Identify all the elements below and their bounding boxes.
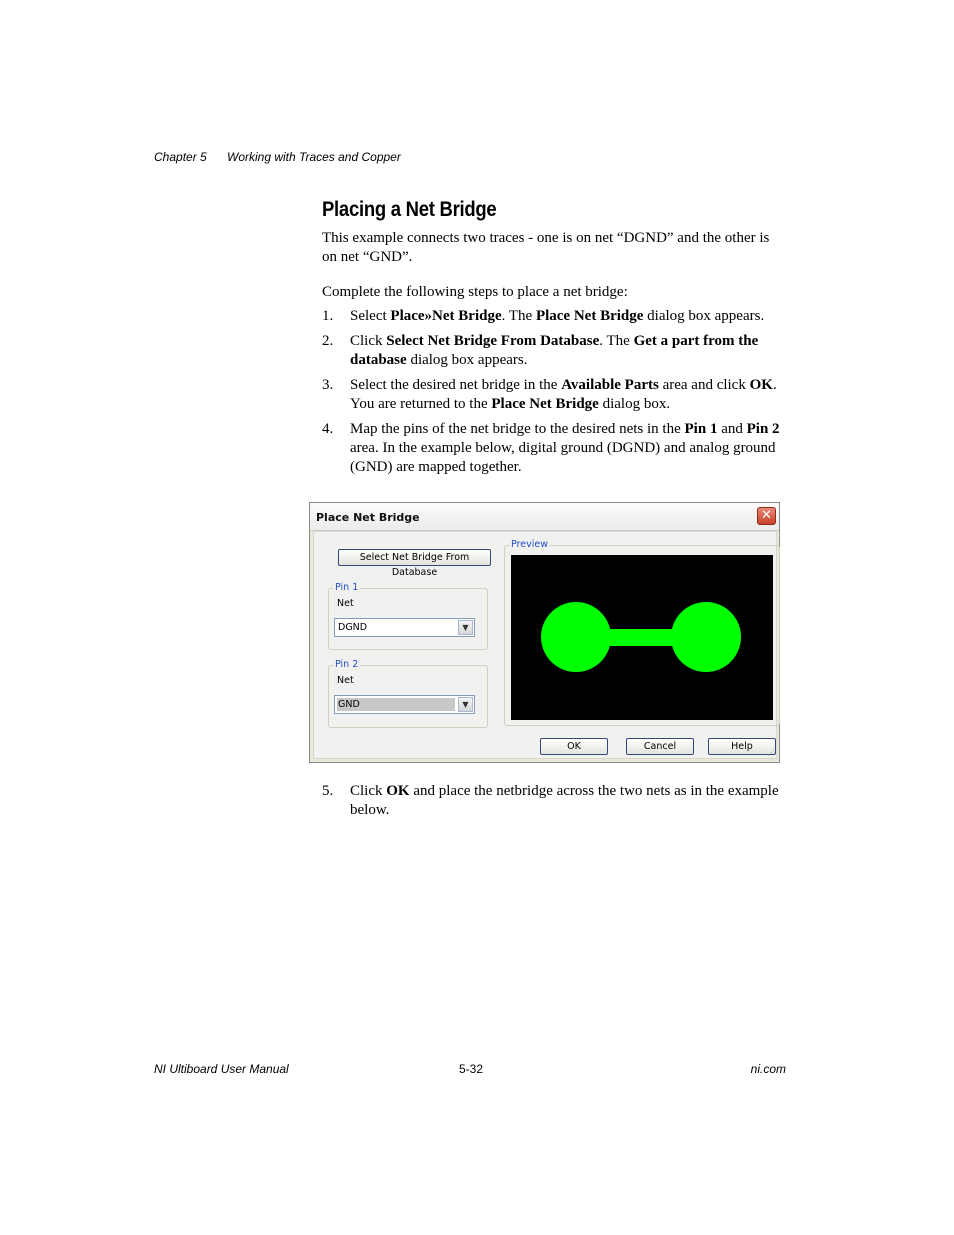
- help-button[interactable]: Help: [708, 738, 776, 755]
- step-text: and: [717, 421, 747, 437]
- footer-page-number: 5-32: [459, 1062, 484, 1076]
- step-number: 4.: [322, 421, 334, 437]
- dialog-titlebar: Place Net Bridge ✕: [310, 503, 779, 531]
- chevron-down-icon[interactable]: ▼: [458, 620, 473, 635]
- step-ui-term: OK: [749, 377, 773, 393]
- step-text: area and click: [658, 377, 750, 393]
- close-icon[interactable]: ✕: [757, 507, 776, 525]
- select-net-bridge-button[interactable]: Select Net Bridge From Database: [338, 549, 491, 578]
- step-text: Map the pins of the net bridge to the de…: [350, 421, 685, 437]
- footer-site: ni.com: [750, 1062, 786, 1076]
- step-item: 1. Select Place»Net Bridge. The Place Net…: [322, 307, 784, 326]
- pin2-net-dropdown[interactable]: GND ▼: [334, 695, 475, 714]
- bridge-pad-1: [541, 602, 611, 672]
- step-text: Click: [350, 783, 387, 799]
- step-text: and place the netbridge across the two n…: [350, 783, 779, 818]
- step-number: 1.: [322, 308, 334, 324]
- preview-group: Preview: [504, 539, 780, 726]
- step-text: . The: [501, 308, 536, 324]
- pin2-net-value: GND: [337, 698, 455, 711]
- header-chapter: Chapter 5: [154, 150, 207, 164]
- place-net-bridge-dialog: Place Net Bridge ✕ Select Net Bridge Fro…: [309, 502, 780, 763]
- step-number: 5.: [322, 783, 334, 799]
- pin1-net-label: Net: [337, 598, 354, 609]
- step-number: 3.: [322, 377, 334, 393]
- step-ui-term: Pin 1: [684, 421, 718, 437]
- step-item: 2. Click Select Net Bridge From Database.…: [322, 332, 784, 370]
- step-text: Select the desired net bridge in the: [350, 377, 562, 393]
- step-item: 4. Map the pins of the net bridge to the …: [322, 420, 784, 477]
- step-ui-term: Place Net Bridge: [535, 308, 644, 324]
- lead-paragraph: Complete the following steps to place a …: [322, 284, 628, 300]
- step-text: . The: [599, 333, 634, 349]
- resize-grip-icon[interactable]: ⋰: [767, 749, 775, 757]
- ok-button[interactable]: OK: [540, 738, 608, 755]
- step-item: 5. Click OK and place the netbridge acros…: [322, 782, 784, 820]
- footer-manual: NI Ultiboard User Manual: [154, 1062, 289, 1076]
- step-number: 2.: [322, 333, 334, 349]
- pin1-net-dropdown[interactable]: DGND ▼: [334, 618, 475, 637]
- bridge-pad-2: [671, 602, 741, 672]
- step-text: dialog box.: [598, 396, 671, 412]
- preview-legend: Preview: [509, 539, 550, 550]
- pin1-legend: Pin 1: [333, 582, 361, 593]
- step-ui-term: Select Net Bridge From Database: [386, 333, 600, 349]
- pin2-group: Pin 2 Net GND ▼: [328, 659, 488, 728]
- step-ui-term: Place Net Bridge: [491, 396, 599, 412]
- chevron-down-icon[interactable]: ▼: [458, 697, 473, 712]
- pin2-legend: Pin 2: [333, 659, 361, 670]
- preview-canvas: [511, 555, 773, 720]
- step-text: Click: [350, 333, 387, 349]
- step-item: 3. Select the desired net bridge in the A…: [322, 376, 784, 414]
- pin1-net-value: DGND: [338, 622, 368, 633]
- dialog-body: Select Net Bridge From Database Pin 1 Ne…: [313, 531, 780, 759]
- step-ui-term: Available Parts: [561, 377, 659, 393]
- step-ui-term: Place»Net Bridge: [390, 308, 502, 324]
- intro-paragraph: This example connects two traces - one i…: [322, 230, 770, 265]
- steps-list-continued: 5. Click OK and place the netbridge acros…: [322, 782, 784, 826]
- step-ui-term: Pin 2: [746, 421, 780, 437]
- section-title: Placing a Net Bridge: [322, 198, 497, 221]
- step-text: area. In the example below, digital grou…: [350, 440, 776, 475]
- step-text: Select: [350, 308, 391, 324]
- pin1-group: Pin 1 Net DGND ▼: [328, 582, 488, 650]
- header-chapter-title: Working with Traces and Copper: [227, 150, 401, 164]
- step-ui-term: OK: [386, 783, 410, 799]
- net-bridge-preview: [541, 602, 741, 672]
- dialog-title: Place Net Bridge: [316, 511, 420, 524]
- step-text: dialog box appears.: [643, 308, 765, 324]
- steps-list: 1. Select Place»Net Bridge. The Place Net…: [322, 307, 784, 483]
- pin2-net-label: Net: [337, 675, 354, 686]
- cancel-button[interactable]: Cancel: [626, 738, 694, 755]
- step-text: dialog box appears.: [406, 352, 528, 368]
